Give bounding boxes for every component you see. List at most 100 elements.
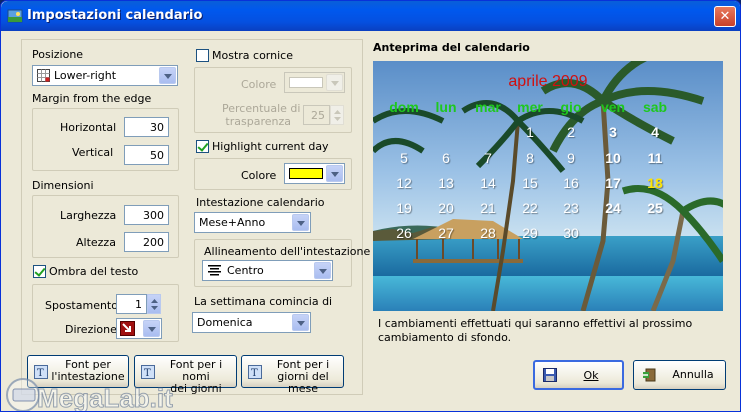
ok-label: Ok <box>583 369 599 382</box>
alignment-select[interactable]: Centro <box>202 260 333 281</box>
calendar-day: 9 <box>567 150 575 166</box>
watermark-text: MegaLab.it <box>37 383 174 412</box>
preview-title: Anteprima del calendario <box>373 41 530 54</box>
calendar-today: 18 <box>647 175 663 191</box>
calendar-day: 3 <box>609 124 617 140</box>
header-value: Mese+Anno <box>199 216 266 229</box>
spin-arrows-icon <box>334 110 341 121</box>
chevron-down-icon[interactable] <box>159 67 176 84</box>
svg-text:T: T <box>251 368 258 379</box>
height-label: Altezza <box>76 236 116 249</box>
week-start-select[interactable]: Domenica <box>192 312 311 333</box>
shift-spinner[interactable] <box>147 294 161 314</box>
calendar-day: 6 <box>442 150 450 166</box>
color-swatch <box>289 168 323 179</box>
show-frame-label: Mostra cornice <box>212 49 293 62</box>
calendar-day: 27 <box>438 225 454 241</box>
calendar-day: 17 <box>605 175 621 191</box>
calendar-day: 25 <box>647 200 663 216</box>
highlight-color-label: Colore <box>241 169 277 182</box>
margin-label: Margin from the edge <box>32 92 152 105</box>
day-name-sab: sab <box>642 99 668 115</box>
chevron-down-icon[interactable] <box>314 262 331 279</box>
color-swatch <box>289 77 323 88</box>
calendar-app-icon <box>7 9 23 23</box>
position-value: Lower-right <box>54 69 117 82</box>
preview-note: I cambiamenti effettuati qui saranno eff… <box>378 317 693 344</box>
calendar-day: 29 <box>522 225 538 241</box>
font-days-button[interactable]: T Font per i giorni del mese <box>241 355 344 395</box>
calendar-day: 30 <box>563 225 579 241</box>
calendar-day: 19 <box>396 200 412 216</box>
header-label: Intestazione calendario <box>196 196 325 209</box>
header-select[interactable]: Mese+Anno <box>194 212 311 233</box>
transparency-spinner[interactable] <box>330 105 344 125</box>
grid-icon <box>37 69 50 82</box>
megalab-watermark-logo: MegaLab.it <box>1 361 191 412</box>
calendar-month-title: aprile 2009 <box>508 73 588 90</box>
transparency-input[interactable]: 25 <box>303 105 330 125</box>
day-name-ven: ven <box>600 99 626 115</box>
week-start-value: Domenica <box>197 316 253 329</box>
calendar-day: 24 <box>605 200 621 216</box>
width-input[interactable]: 300 <box>124 205 169 225</box>
direction-label: Direzione <box>65 323 117 336</box>
calendar-day: 15 <box>522 175 538 191</box>
calendar-day: 5 <box>400 150 408 166</box>
width-label: Larghezza <box>60 209 117 222</box>
alignment-label: Allineamento dell'intestazione <box>204 245 371 258</box>
chevron-down-icon[interactable] <box>326 74 343 91</box>
vertical-label: Vertical <box>72 146 114 159</box>
calendar-day: 26 <box>396 225 412 241</box>
calendar-day: 4 <box>651 124 659 140</box>
calendar-day: 12 <box>396 175 412 191</box>
position-label: Posizione <box>32 48 84 61</box>
horizontal-label: Horizontal <box>60 121 117 134</box>
chevron-down-icon[interactable] <box>292 214 309 231</box>
calendar-day: 8 <box>526 150 534 166</box>
height-input[interactable]: 200 <box>124 232 169 252</box>
align-center-icon <box>208 265 221 276</box>
calendar-day: 1 <box>526 124 534 140</box>
calendar-day: 11 <box>647 150 663 166</box>
highlight-color-select[interactable] <box>284 163 345 184</box>
calendar-day: 13 <box>438 175 454 191</box>
transparency-label: Percentuale di trasparenza <box>222 102 301 128</box>
day-name-lun: lun <box>435 99 457 115</box>
text-shadow-checkbox[interactable] <box>33 265 46 278</box>
calendar-day: 14 <box>480 175 496 191</box>
shift-input[interactable]: 1 <box>116 294 147 314</box>
title-bar[interactable]: Impostazioni calendario ✕ <box>1 1 740 31</box>
calendar-day: 2 <box>567 124 575 140</box>
calendar-day: 16 <box>563 175 579 191</box>
direction-select[interactable] <box>116 318 162 339</box>
calendar-day: 10 <box>605 150 621 166</box>
font-icon: T <box>248 364 262 379</box>
horizontal-input[interactable]: 30 <box>124 117 169 137</box>
close-button[interactable]: ✕ <box>714 6 736 27</box>
spin-arrows-icon <box>151 299 158 310</box>
vertical-input[interactable]: 50 <box>124 145 169 165</box>
arrow-down-right-icon <box>120 321 135 336</box>
settings-window: Impostazioni calendario ✕ Posizione Lowe… <box>0 0 741 412</box>
day-name-dom: dom <box>389 99 419 115</box>
ok-button[interactable]: Ok <box>533 360 624 390</box>
cancel-label: Annulla <box>672 368 714 381</box>
cancel-button[interactable]: Annulla <box>633 360 726 390</box>
chevron-down-icon[interactable] <box>292 314 309 331</box>
calendar-day: 28 <box>480 225 496 241</box>
calendar-day: 21 <box>480 200 496 216</box>
calendar-day: 23 <box>563 200 579 216</box>
calendar-day: 22 <box>522 200 538 216</box>
show-frame-checkbox[interactable] <box>196 49 209 62</box>
shift-label: Spostamento <box>45 299 118 312</box>
calendar-day: 7 <box>484 150 492 166</box>
day-name-mar: mar <box>475 99 501 115</box>
highlight-day-label: Highlight current day <box>212 140 329 153</box>
chevron-down-icon[interactable] <box>326 165 343 182</box>
highlight-day-checkbox[interactable] <box>196 140 209 153</box>
position-select[interactable]: Lower-right <box>32 65 178 86</box>
day-name-gio: gio <box>560 99 582 115</box>
chevron-down-icon[interactable] <box>143 320 160 337</box>
frame-color-select[interactable] <box>284 72 345 93</box>
